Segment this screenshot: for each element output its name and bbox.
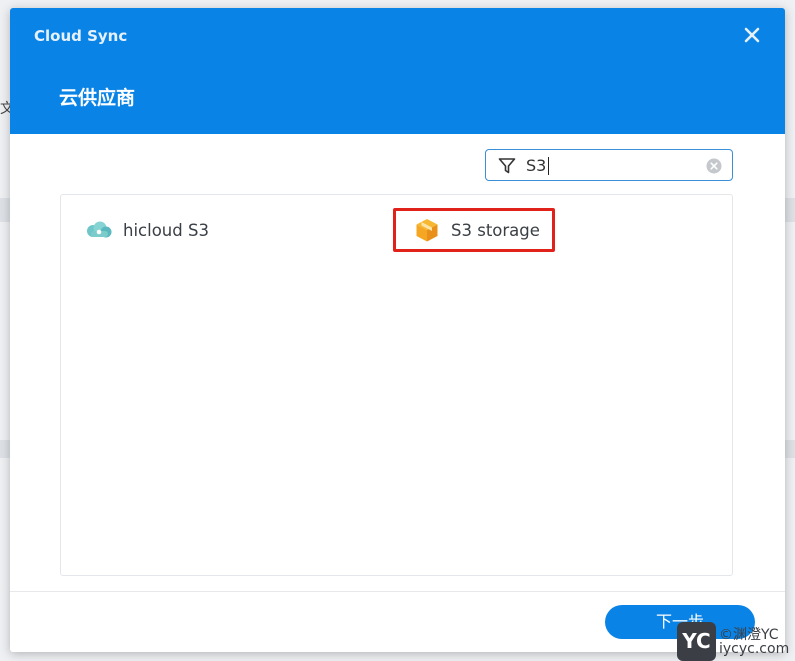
step-title: 云供应商 (59, 87, 136, 109)
provider-label: hicloud S3 (123, 220, 209, 240)
provider-label: S3 storage (451, 220, 540, 240)
search-input[interactable] (526, 154, 696, 176)
app-title: Cloud Sync (34, 27, 128, 45)
close-icon (744, 27, 760, 43)
hicloud-icon (85, 220, 113, 240)
close-button[interactable] (741, 24, 763, 46)
s3-box-icon (413, 219, 441, 242)
provider-item-s3-storage[interactable]: S3 storage (393, 208, 555, 252)
watermark: YC ©渊澄YC iycyc.com (677, 622, 795, 661)
cloud-provider-dialog: Cloud Sync 云供应商 S3 hicloud S3 S3 storage (10, 8, 785, 652)
provider-search-box[interactable] (485, 149, 733, 181)
clear-icon[interactable] (706, 158, 722, 174)
filter-icon (498, 158, 516, 174)
provider-list: hicloud S3 S3 storage (60, 194, 733, 576)
footer-divider (10, 591, 785, 592)
watermark-logo: YC (677, 622, 716, 661)
watermark-url: iycyc.com (719, 641, 790, 657)
text-caret (548, 157, 549, 175)
provider-item-hicloud-s3[interactable]: hicloud S3 (85, 212, 285, 248)
dialog-header: Cloud Sync 云供应商 (10, 8, 785, 134)
